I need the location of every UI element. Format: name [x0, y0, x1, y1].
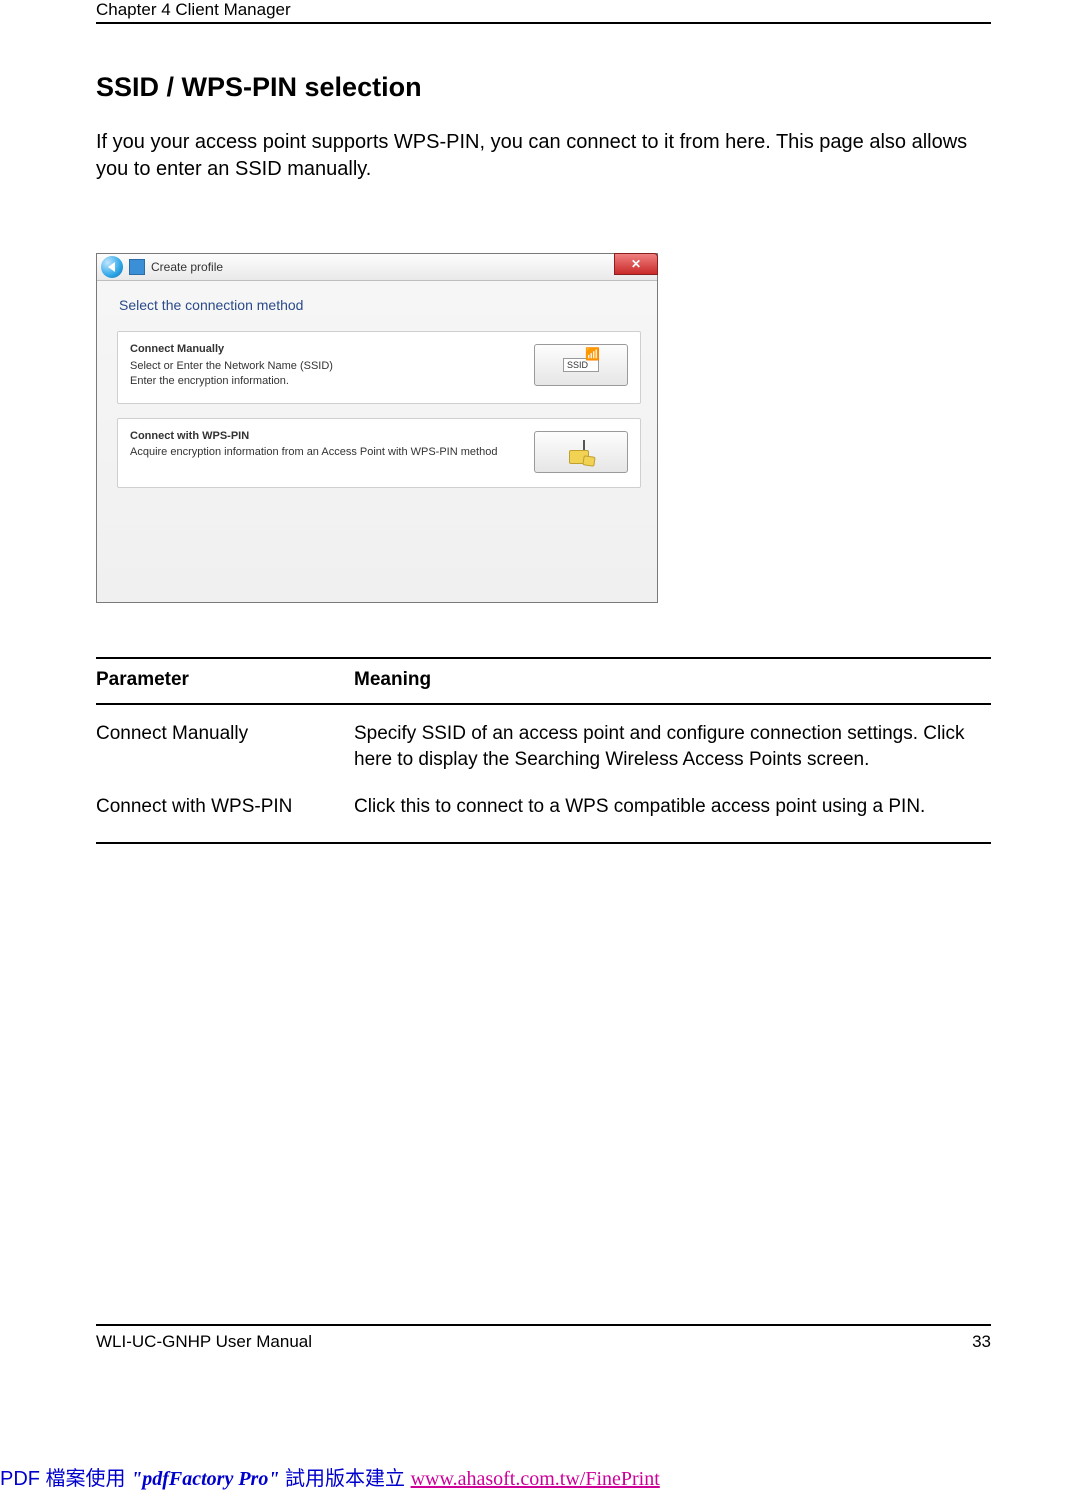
parameter-table: Parameter Meaning Connect Manually Speci… [96, 657, 991, 845]
router-icon [569, 440, 593, 464]
page-header: Chapter 4 Client Manager [96, 0, 991, 24]
watermark-text-c: 試用版本建立 [279, 1468, 410, 1490]
window-body: Select the connection method Connect Man… [97, 281, 657, 602]
watermark-link[interactable]: www.ahasoft.com.tw/FinePrint [411, 1468, 660, 1490]
header-meaning: Meaning [354, 669, 991, 691]
chapter-label: Chapter 4 Client Manager [96, 0, 291, 19]
back-arrow-icon [108, 262, 115, 272]
option-desc: Select or Enter the Network Name (SSID) … [130, 359, 333, 389]
option-desc: Acquire encryption information from an A… [130, 445, 497, 460]
option-text: Connect with WPS-PIN Acquire encryption … [130, 429, 497, 461]
window-title: Create profile [151, 260, 223, 274]
header-parameter: Parameter [96, 669, 354, 691]
watermark-text-a: PDF 檔案使用 [0, 1468, 131, 1490]
option-connect-wps-pin[interactable]: Connect with WPS-PIN Acquire encryption … [117, 418, 641, 488]
option-text: Connect Manually Select or Enter the Net… [130, 342, 333, 389]
table-row: Connect Manually Specify SSID of an acce… [96, 705, 991, 778]
cell-meaning: Specify SSID of an access point and conf… [354, 721, 991, 774]
cell-meaning: Click this to connect to a WPS compatibl… [354, 794, 991, 821]
table-header-row: Parameter Meaning [96, 659, 991, 705]
signal-icon: 📶 [585, 347, 600, 361]
create-profile-window: Create profile ✕ Select the connection m… [96, 253, 658, 603]
wps-pin-button[interactable] [534, 431, 628, 473]
option-connect-manually[interactable]: Connect Manually Select or Enter the Net… [117, 331, 641, 404]
window-titlebar: Create profile ✕ [97, 254, 657, 281]
close-icon: ✕ [631, 257, 641, 271]
cell-parameter: Connect with WPS-PIN [96, 794, 354, 821]
manual-title: WLI-UC-GNHP User Manual [96, 1332, 312, 1352]
window-icon [129, 259, 145, 275]
page-number: 33 [972, 1332, 991, 1352]
ssid-box-icon: 📶 SSID [563, 358, 599, 372]
ssid-button-label: SSID [567, 360, 588, 370]
pdf-watermark: PDF 檔案使用 "pdfFactory Pro" 試用版本建立 www.aha… [0, 1462, 660, 1491]
cell-parameter: Connect Manually [96, 721, 354, 774]
option-title: Connect Manually [130, 342, 333, 357]
ssid-button[interactable]: 📶 SSID [534, 344, 628, 386]
section-title: SSID / WPS-PIN selection [96, 72, 991, 103]
option-title: Connect with WPS-PIN [130, 429, 497, 444]
connection-method-prompt: Select the connection method [119, 297, 641, 313]
back-button[interactable] [101, 256, 123, 278]
page-footer: WLI-UC-GNHP User Manual 33 [96, 1324, 991, 1352]
watermark-product: "pdfFactory Pro" [131, 1468, 279, 1490]
section-intro: If you your access point supports WPS-PI… [96, 129, 991, 183]
close-button[interactable]: ✕ [614, 253, 658, 275]
table-row: Connect with WPS-PIN Click this to conne… [96, 778, 991, 825]
